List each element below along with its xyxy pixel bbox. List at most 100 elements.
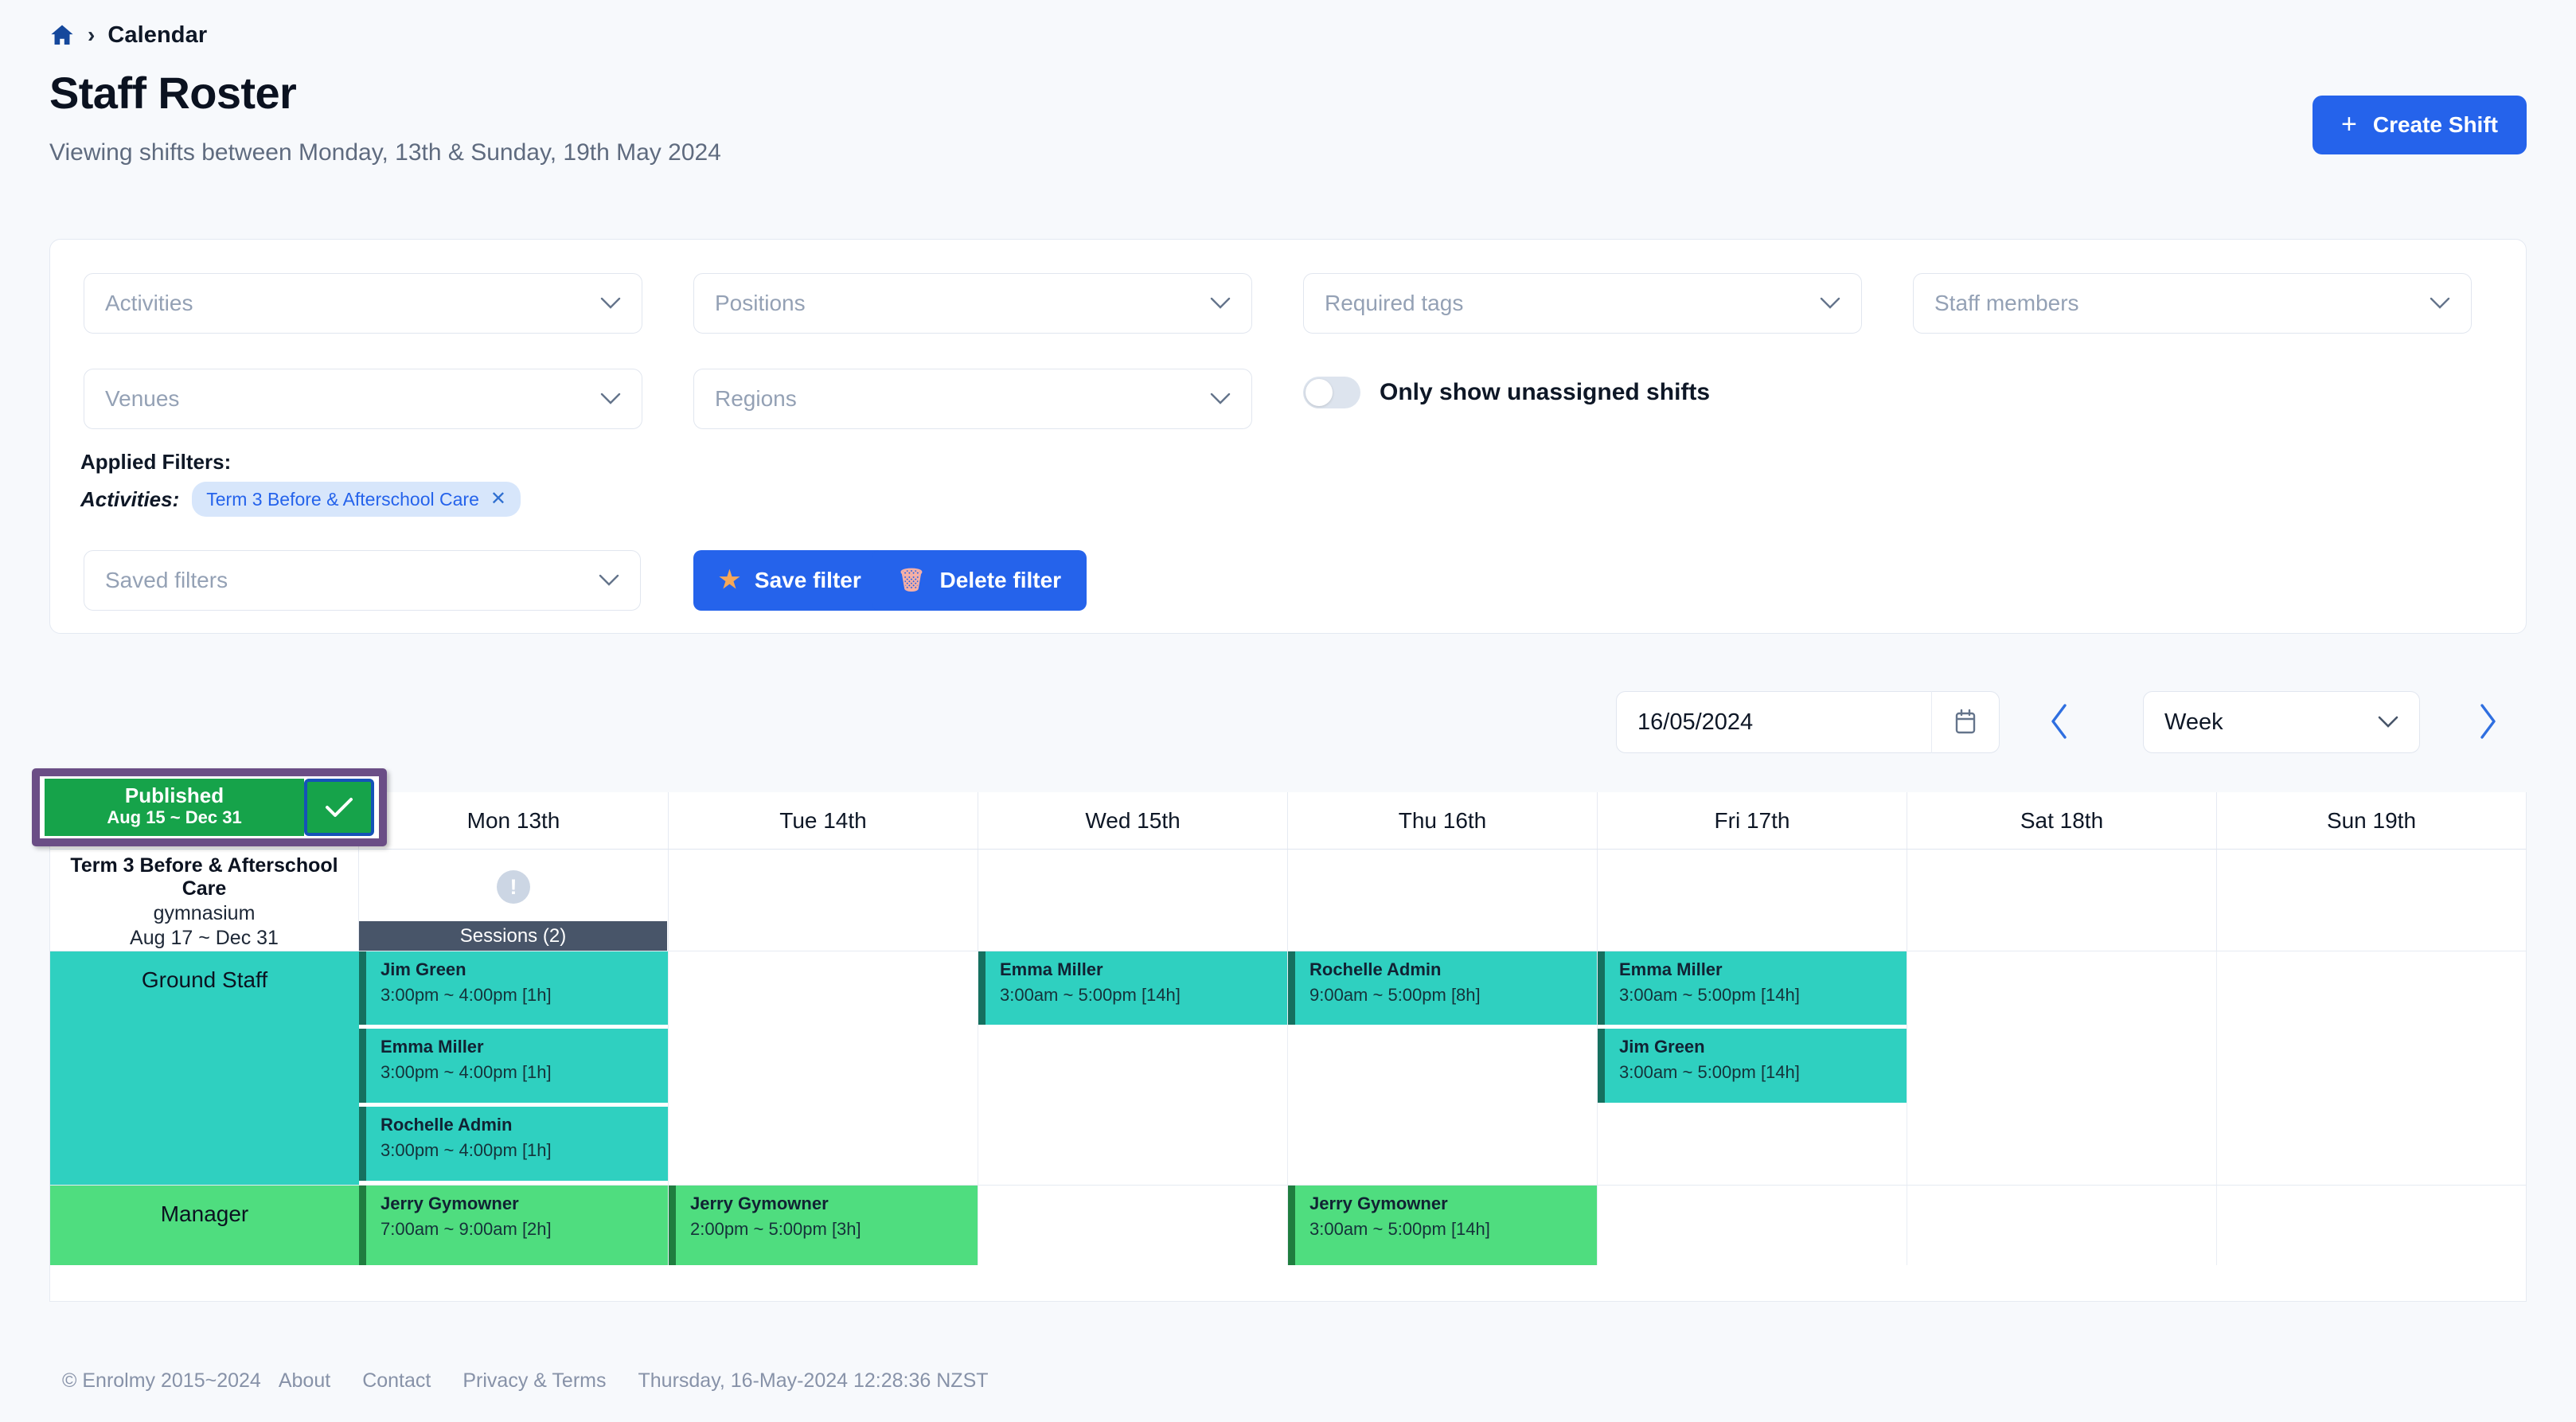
shift-cell-ground-sat[interactable] — [1907, 951, 2217, 1185]
save-filter-button[interactable]: ★ Save filter — [693, 550, 887, 611]
applied-filter-chip[interactable]: Term 3 Before & Afterschool Care ✕ — [192, 482, 521, 517]
applied-filter-chip-label: Term 3 Before & Afterschool Care — [206, 488, 479, 510]
shift-card[interactable]: Jim Green 3:00am ~ 5:00pm [14h] — [1598, 1029, 1907, 1103]
shift-card[interactable]: Rochelle Admin 3:00pm ~ 4:00pm [1h] — [359, 1107, 668, 1181]
filters-panel: Activities Positions Required tags Staff… — [49, 239, 2527, 634]
activities-select[interactable]: Activities — [84, 273, 642, 334]
footer-link-privacy[interactable]: Privacy & Terms — [463, 1369, 606, 1393]
shift-cell-manager-sat[interactable] — [1907, 1186, 2217, 1265]
save-filter-label: Save filter — [754, 568, 861, 592]
breadcrumb-item-calendar[interactable]: Calendar — [107, 22, 207, 49]
only-unassigned-shifts-toggle[interactable] — [1303, 377, 1360, 408]
shift-card[interactable]: Emma Miller 3:00pm ~ 4:00pm [1h] — [359, 1029, 668, 1103]
calendar-header-row: Mon 13th Tue 14th Wed 15th Thu 16th Fri … — [50, 792, 2526, 850]
only-unassigned-shifts-label: Only show unassigned shifts — [1380, 379, 1711, 405]
confirm-publish-button[interactable] — [304, 779, 374, 836]
day-header-sun: Sun 19th — [2326, 807, 2417, 833]
shift-cell-manager-sun[interactable] — [2217, 1186, 2526, 1265]
saved-filters-select[interactable]: Saved filters — [84, 550, 641, 611]
shift-card[interactable]: Emma Miller 3:00am ~ 5:00pm [14h] — [1598, 951, 1907, 1025]
activity-venue: gymnasium — [153, 901, 256, 924]
activity-dates: Aug 17 ~ Dec 31 — [130, 926, 279, 949]
shift-cell-manager-tue[interactable]: Jerry Gymowner 2:00pm ~ 5:00pm [3h] — [669, 1186, 978, 1265]
shift-card[interactable]: Rochelle Admin 9:00am ~ 5:00pm [8h] — [1288, 951, 1597, 1025]
staff-members-select[interactable]: Staff members — [1913, 273, 2472, 334]
meta-cell-mon: ! Sessions (2) — [359, 850, 669, 951]
sessions-bar[interactable]: Sessions (2) — [359, 921, 667, 951]
shift-cell-ground-wed[interactable]: Emma Miller 3:00am ~ 5:00pm [14h] — [978, 951, 1288, 1185]
view-period-label: Week — [2164, 709, 2223, 735]
shift-cell-ground-tue[interactable] — [669, 951, 978, 1185]
shift-cell-manager-thu[interactable]: Jerry Gymowner 3:00am ~ 5:00pm [14h] — [1288, 1186, 1598, 1265]
previous-week-button[interactable] — [2039, 697, 2079, 746]
date-input[interactable]: 16/05/2024 — [1617, 709, 1931, 736]
roster-row-manager: Manager Jerry Gymowner 7:00am ~ 9:00am [… — [50, 1186, 2526, 1265]
shift-card[interactable]: Jerry Gymowner 3:00am ~ 5:00pm [14h] — [1288, 1186, 1597, 1265]
chevron-down-icon — [599, 574, 619, 587]
applied-filters-row: Activities: Term 3 Before & Afterschool … — [80, 482, 521, 517]
calendar-icon[interactable] — [1932, 709, 1999, 736]
shift-cell-ground-fri[interactable]: Emma Miller 3:00am ~ 5:00pm [14h] Jim Gr… — [1598, 951, 1907, 1185]
shift-staff-name: Jerry Gymowner — [381, 1193, 519, 1213]
day-header-fri: Fri 17th — [1598, 792, 1907, 849]
chevron-down-icon — [1210, 393, 1231, 405]
venues-select[interactable]: Venues — [84, 369, 642, 429]
shift-cell-manager-wed[interactable] — [978, 1186, 1288, 1265]
create-shift-button[interactable]: + Create Shift — [2312, 96, 2527, 154]
shift-staff-name: Emma Miller — [1000, 959, 1103, 979]
shift-staff-name: Emma Miller — [1619, 959, 1723, 979]
regions-select[interactable]: Regions — [693, 369, 1252, 429]
shift-time: 3:00am ~ 5:00pm [14h] — [1619, 985, 1800, 1006]
plus-icon: + — [2340, 108, 2357, 139]
shift-cell-ground-mon[interactable]: Jim Green 3:00pm ~ 4:00pm [1h] Emma Mill… — [359, 951, 669, 1185]
activities-select-label: Activities — [105, 291, 193, 315]
footer-link-about[interactable]: About — [279, 1369, 330, 1393]
meta-cell-fri — [1598, 850, 1907, 951]
roster-row-ground-staff: Ground Staff Jim Green 3:00pm ~ 4:00pm [… — [50, 951, 2526, 1186]
positions-select[interactable]: Positions — [693, 273, 1252, 334]
activity-name: Term 3 Before & Afterschool Care — [70, 854, 338, 900]
next-week-button[interactable] — [2468, 697, 2508, 746]
shift-cell-manager-fri[interactable] — [1598, 1186, 1907, 1265]
applied-filters-title: Applied Filters: — [80, 450, 232, 474]
day-header-sat: Sat 18th — [1907, 792, 2217, 849]
shift-staff-name: Rochelle Admin — [381, 1115, 513, 1135]
shift-cell-manager-mon[interactable]: Jerry Gymowner 7:00am ~ 9:00am [2h] — [359, 1186, 669, 1265]
shift-time: 3:00pm ~ 4:00pm [1h] — [381, 1140, 552, 1161]
shift-staff-name: Jim Green — [1619, 1037, 1705, 1057]
published-status-button[interactable]: Published Aug 15 ~ Dec 31 — [45, 779, 304, 836]
day-header-tue: Tue 14th — [669, 792, 978, 849]
delete-filter-label: Delete filter — [939, 568, 1062, 592]
close-icon[interactable]: ✕ — [490, 490, 506, 509]
home-icon[interactable] — [49, 22, 75, 48]
shift-card[interactable]: Emma Miller 3:00am ~ 5:00pm [14h] — [978, 951, 1287, 1025]
create-shift-label: Create Shift — [2372, 112, 2498, 137]
saved-filters-select-label: Saved filters — [105, 568, 228, 592]
delete-filter-button[interactable]: 🗑 Delete filter — [872, 550, 1087, 611]
shift-time: 7:00am ~ 9:00am [2h] — [381, 1219, 552, 1240]
shift-card[interactable]: Jerry Gymowner 2:00pm ~ 5:00pm [3h] — [669, 1186, 978, 1265]
trash-icon: 🗑 — [897, 568, 926, 592]
publish-status-highlight: Published Aug 15 ~ Dec 31 — [32, 768, 387, 846]
positions-select-label: Positions — [715, 291, 806, 315]
row-label-manager: Manager — [50, 1186, 359, 1265]
shift-cell-ground-sun[interactable] — [2217, 951, 2526, 1185]
date-input-group[interactable]: 16/05/2024 — [1616, 691, 2000, 753]
shift-card[interactable]: Jim Green 3:00pm ~ 4:00pm [1h] — [359, 951, 668, 1025]
shift-time: 9:00am ~ 5:00pm [8h] — [1309, 985, 1481, 1006]
meta-cell-sun — [2217, 850, 2526, 951]
chevron-down-icon — [600, 393, 621, 405]
alert-icon[interactable]: ! — [497, 870, 530, 904]
row-label-ground-staff: Ground Staff — [50, 951, 359, 1185]
published-status-label: Published — [124, 783, 224, 808]
view-period-select[interactable]: Week — [2143, 691, 2420, 753]
shift-cell-ground-thu[interactable]: Rochelle Admin 9:00am ~ 5:00pm [8h] — [1288, 951, 1598, 1185]
applied-filter-category: Activities: — [80, 486, 180, 511]
page-subtitle: Viewing shifts between Monday, 13th & Su… — [49, 139, 721, 166]
shift-card[interactable]: Jerry Gymowner 7:00am ~ 9:00am [2h] — [359, 1186, 668, 1265]
required-tags-select[interactable]: Required tags — [1303, 273, 1862, 334]
chevron-down-icon — [2430, 297, 2450, 310]
required-tags-select-label: Required tags — [1325, 291, 1464, 315]
unassigned-shifts-toggle-row: Only show unassigned shifts — [1303, 377, 1710, 408]
footer-link-contact[interactable]: Contact — [362, 1369, 431, 1393]
